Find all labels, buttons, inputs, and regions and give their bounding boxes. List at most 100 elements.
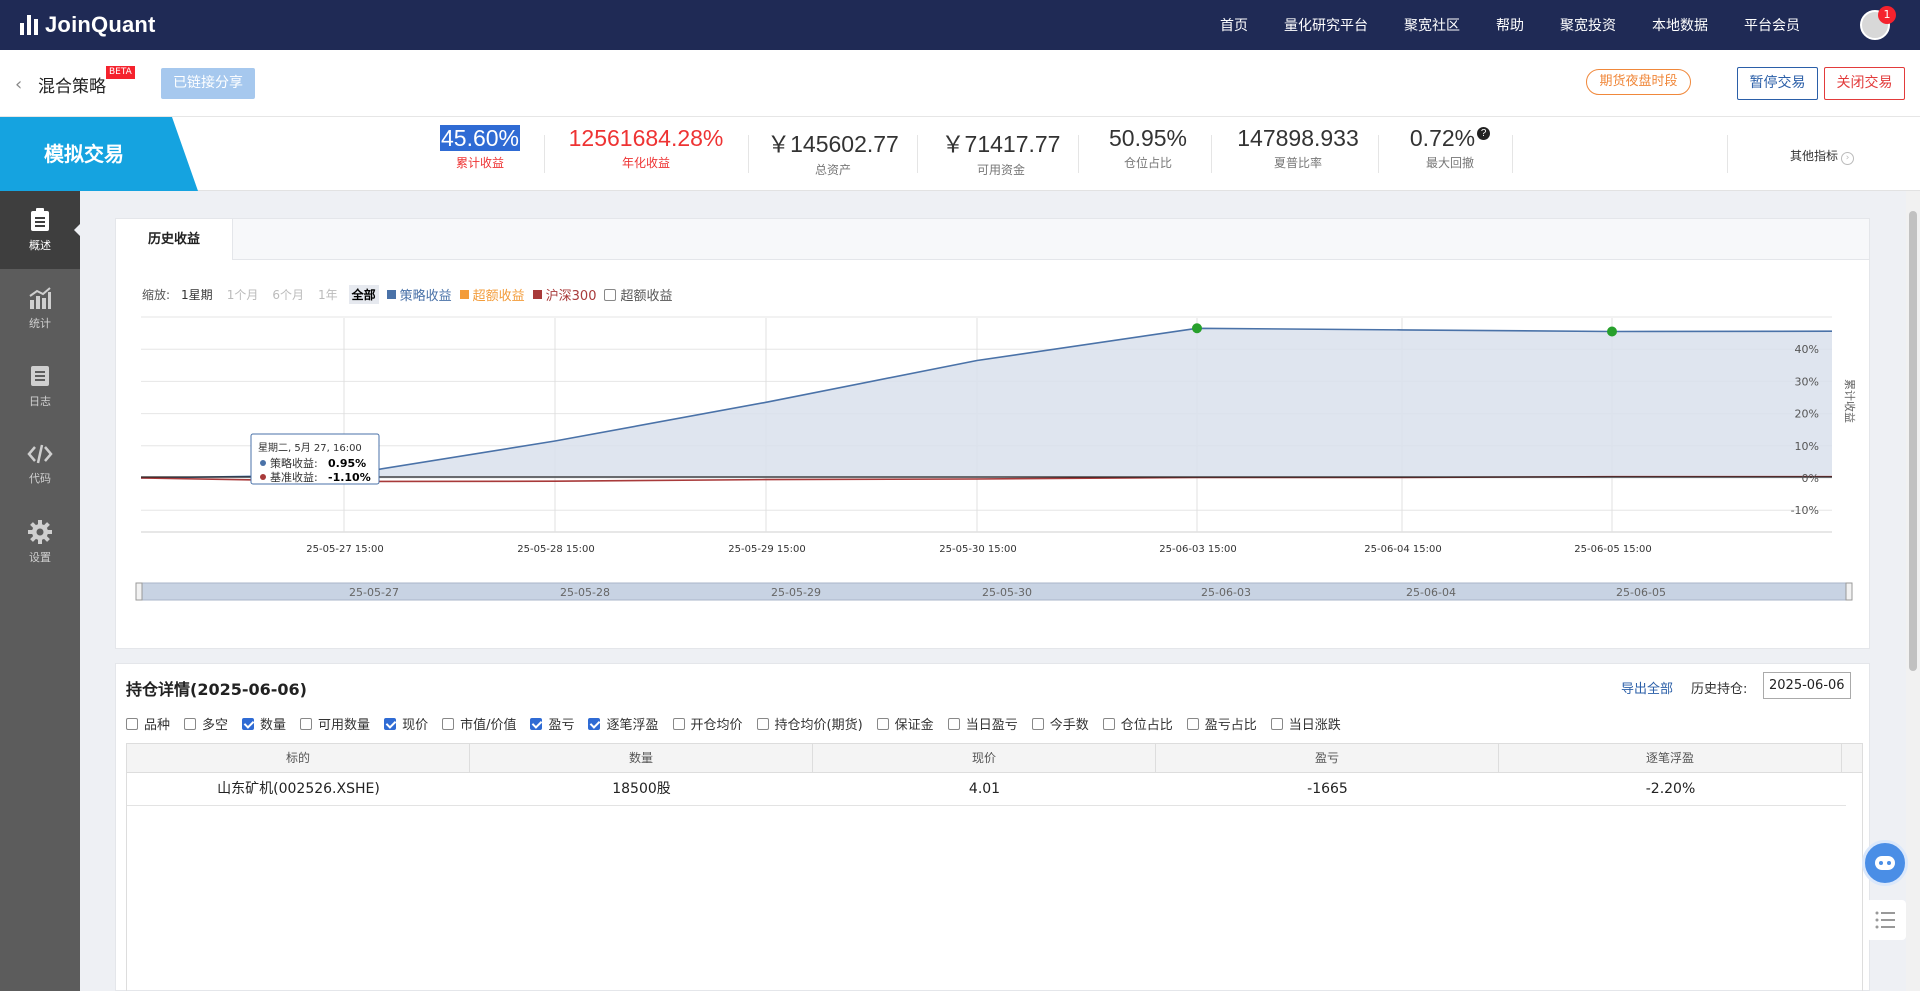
column-option[interactable]: 开仓均价 — [672, 714, 743, 733]
stat-label: 累计收益 — [455, 156, 504, 170]
divider — [917, 135, 918, 173]
sidebar-item-settings[interactable]: 设置 — [0, 503, 80, 581]
other-metrics-link[interactable]: 其他指标 › — [1790, 147, 1855, 165]
checkbox[interactable] — [242, 717, 255, 730]
column-option[interactable]: 逐笔浮盈 — [588, 714, 659, 733]
checkbox[interactable] — [1102, 717, 1115, 730]
divider — [1727, 135, 1728, 173]
joinquant-logo[interactable]: JoinQuant — [20, 12, 156, 38]
stat-total-assets: ￥145602.77 总资产 — [762, 125, 904, 178]
sidebar-item-log[interactable]: 日志 — [0, 347, 80, 425]
column-option[interactable]: 今手数 — [1031, 714, 1089, 733]
column-option-label: 市值/价值 — [460, 718, 517, 733]
checkbox[interactable] — [1186, 717, 1199, 730]
nav-community[interactable]: 聚宽社区 — [1404, 15, 1460, 35]
strategy-header: ‹ 混合策略 BETA 已链接分享 期货夜盘时段 暂停交易 关闭交易 — [0, 50, 1920, 117]
help-icon[interactable]: ? — [1477, 127, 1491, 140]
nav-invest[interactable]: 聚宽投资 — [1560, 15, 1616, 35]
sidebar-item-overview[interactable]: 概述 — [0, 191, 80, 269]
checkbox[interactable] — [184, 717, 197, 730]
column-header[interactable]: 标的 — [127, 744, 470, 772]
top-nav-bar: JoinQuant 首页 量化研究平台 聚宽社区 帮助 聚宽投资 本地数据 平台… — [0, 0, 1920, 50]
main-nav: 首页 量化研究平台 聚宽社区 帮助 聚宽投资 本地数据 平台会员 — [1220, 0, 1800, 50]
checkbox[interactable] — [126, 717, 138, 730]
sidebar-item-code[interactable]: 代码 — [0, 425, 80, 503]
column-option[interactable]: 盈亏 — [530, 714, 574, 733]
nav-research[interactable]: 量化研究平台 — [1284, 15, 1368, 35]
logo-icon — [20, 15, 38, 35]
page-scrollbar[interactable] — [1906, 191, 1920, 991]
export-all-link[interactable]: 导出全部 — [1621, 678, 1673, 697]
column-option[interactable]: 盈亏占比 — [1186, 714, 1257, 733]
checkbox[interactable] — [672, 717, 685, 730]
checkbox[interactable] — [588, 717, 601, 730]
list-icon — [31, 365, 49, 386]
column-header[interactable]: 盈亏 — [1156, 744, 1499, 772]
column-header[interactable]: 现价 — [813, 744, 1156, 772]
navigator-label: 25-05-28 — [560, 586, 610, 599]
tooltip-value-2: -1.10% — [328, 471, 371, 484]
history-date-input[interactable]: 2025-06-06 — [1763, 672, 1851, 699]
sidebar-item-label: 概述 — [29, 238, 51, 252]
navigator-handle-left — [135, 582, 143, 601]
checkbox[interactable] — [530, 717, 543, 730]
column-option[interactable]: 可用数量 — [300, 714, 370, 733]
navigator-label: 25-05-29 — [771, 586, 821, 599]
nav-membership[interactable]: 平台会员 — [1744, 15, 1800, 35]
column-option[interactable]: 当日盈亏 — [947, 714, 1018, 733]
scrollbar-thumb[interactable] — [1909, 211, 1917, 671]
stat-value: 50.95% — [1108, 125, 1187, 151]
clipboard-icon — [31, 207, 49, 231]
table-cell: 山东矿机(002526.XSHE) — [217, 781, 380, 797]
column-option-label: 仓位占比 — [1120, 718, 1173, 733]
beta-badge: BETA — [106, 66, 135, 79]
nav-local-data[interactable]: 本地数据 — [1652, 15, 1708, 35]
checkbox[interactable] — [1270, 717, 1283, 730]
column-option[interactable]: 仓位占比 — [1102, 714, 1173, 733]
highlight-marker — [1607, 326, 1617, 337]
column-option[interactable]: 持仓均价(期货) — [756, 714, 863, 733]
nav-home[interactable]: 首页 — [1220, 15, 1248, 35]
chatbot-icon[interactable] — [1862, 840, 1908, 886]
column-option[interactable]: 保证金 — [876, 714, 934, 733]
checkbox[interactable] — [442, 717, 455, 730]
bar-chart-icon — [29, 286, 51, 309]
holdings-title: 持仓详情(2025-06-06) — [126, 680, 307, 699]
tooltip-dot — [260, 460, 266, 466]
checkbox[interactable] — [300, 717, 313, 730]
back-icon[interactable]: ‹ — [15, 74, 22, 95]
column-header[interactable]: 数量 — [470, 744, 813, 772]
stats-bar: 模拟交易 45.60% 累计收益 12561684.28% 年化收益 ￥1456… — [0, 117, 1920, 191]
logo-text: JoinQuant — [45, 12, 156, 37]
tooltip-label-1: 策略收益: — [270, 456, 318, 470]
column-option[interactable]: 多空 — [184, 714, 228, 733]
returns-chart[interactable]: -10% 0% 10% 20% 30% 40% 累计收益 25-05-27 15:00 25-0… — [116, 219, 1871, 650]
checkbox[interactable] — [947, 717, 960, 730]
history-holdings-label: 历史持仓: — [1691, 682, 1748, 697]
table-row[interactable]: 山东矿机(002526.XSHE) 18500股 4.01 -1665 -2.20% — [127, 773, 1846, 806]
checkbox[interactable] — [876, 717, 889, 730]
table-cell: 18500股 — [612, 781, 671, 797]
pause-trading-button[interactable]: 暂停交易 — [1737, 67, 1818, 100]
column-option[interactable]: 当日涨跌 — [1270, 714, 1341, 733]
column-option[interactable]: 现价 — [384, 714, 428, 733]
column-header[interactable]: 逐笔浮盈 — [1499, 744, 1842, 772]
column-option[interactable]: 数量 — [242, 714, 286, 733]
checkbox[interactable] — [384, 717, 397, 730]
column-option[interactable]: 品种 — [126, 714, 170, 733]
checkbox[interactable] — [1031, 717, 1044, 730]
stat-value: 45.60% — [440, 125, 521, 151]
share-button[interactable]: 已链接分享 — [161, 68, 255, 99]
column-option-label: 品种 — [144, 718, 171, 733]
close-trading-button[interactable]: 关闭交易 — [1824, 67, 1905, 100]
column-option[interactable]: 市值/价值 — [442, 714, 516, 733]
checkbox[interactable] — [756, 717, 769, 730]
column-option-label: 保证金 — [894, 718, 934, 733]
stat-label: 总资产 — [814, 163, 851, 177]
nav-help[interactable]: 帮助 — [1496, 15, 1524, 35]
x-tick-label: 25-05-28 15:00 — [517, 544, 594, 555]
sidebar-item-stats[interactable]: 统计 — [0, 269, 80, 347]
list-menu-icon[interactable] — [1866, 900, 1906, 940]
x-tick-label: 25-06-04 15:00 — [1364, 544, 1441, 555]
divider — [1378, 135, 1379, 173]
